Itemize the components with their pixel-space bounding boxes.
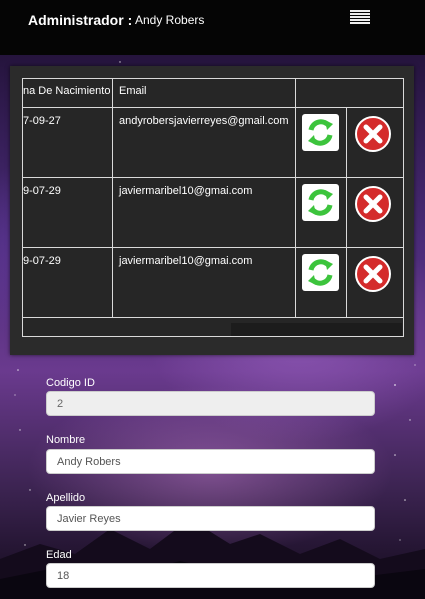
delete-button[interactable] bbox=[354, 255, 392, 293]
column-divider bbox=[112, 79, 113, 318]
apellido-label: Apellido bbox=[46, 492, 86, 504]
refresh-icon bbox=[308, 119, 333, 146]
email-cell: andyrobersjavierreyes@gmail.com bbox=[119, 115, 289, 127]
codigo-id-input[interactable] bbox=[46, 391, 375, 416]
column-header-email[interactable]: Email bbox=[119, 85, 147, 97]
delete-icon bbox=[355, 256, 391, 292]
top-navbar: Administrador : Andy Robers bbox=[0, 0, 425, 55]
column-divider bbox=[346, 108, 347, 318]
apellido-input[interactable] bbox=[46, 506, 375, 531]
row-divider bbox=[23, 317, 403, 318]
email-cell: javiermaribel10@gmai.com bbox=[119, 185, 253, 197]
delete-button[interactable] bbox=[354, 185, 392, 223]
delete-button[interactable] bbox=[354, 115, 392, 153]
column-divider bbox=[295, 79, 296, 318]
admin-name: Andy Robers bbox=[135, 13, 205, 27]
birth-date-cell: 9-07-29 bbox=[23, 255, 61, 267]
users-table-panel: na De Nacimiento Email 7-09-27 andyrober… bbox=[10, 66, 414, 355]
nombre-input[interactable] bbox=[46, 449, 375, 474]
edad-label: Edad bbox=[46, 549, 72, 561]
codigo-id-label: Codigo ID bbox=[46, 377, 95, 389]
column-header-fecha[interactable]: na De Nacimiento bbox=[23, 85, 110, 97]
edit-button[interactable] bbox=[302, 254, 339, 291]
nombre-label: Nombre bbox=[46, 434, 86, 446]
row-divider bbox=[23, 177, 403, 178]
users-table[interactable]: na De Nacimiento Email 7-09-27 andyrober… bbox=[22, 78, 404, 337]
row-divider bbox=[23, 107, 403, 108]
delete-icon bbox=[355, 116, 391, 152]
hamburger-menu-icon[interactable] bbox=[350, 10, 370, 26]
birth-date-cell: 9-07-29 bbox=[23, 185, 61, 197]
birth-date-cell: 7-09-27 bbox=[23, 115, 61, 127]
edad-input[interactable] bbox=[46, 563, 375, 588]
admin-label: Administrador : bbox=[28, 12, 133, 28]
refresh-icon bbox=[308, 259, 333, 286]
edit-button[interactable] bbox=[302, 184, 339, 221]
edit-button[interactable] bbox=[302, 114, 339, 151]
delete-icon bbox=[355, 186, 391, 222]
email-cell: javiermaribel10@gmai.com bbox=[119, 255, 253, 267]
horizontal-scrollbar-thumb[interactable] bbox=[231, 323, 402, 336]
refresh-icon bbox=[308, 189, 333, 216]
row-divider bbox=[23, 247, 403, 248]
